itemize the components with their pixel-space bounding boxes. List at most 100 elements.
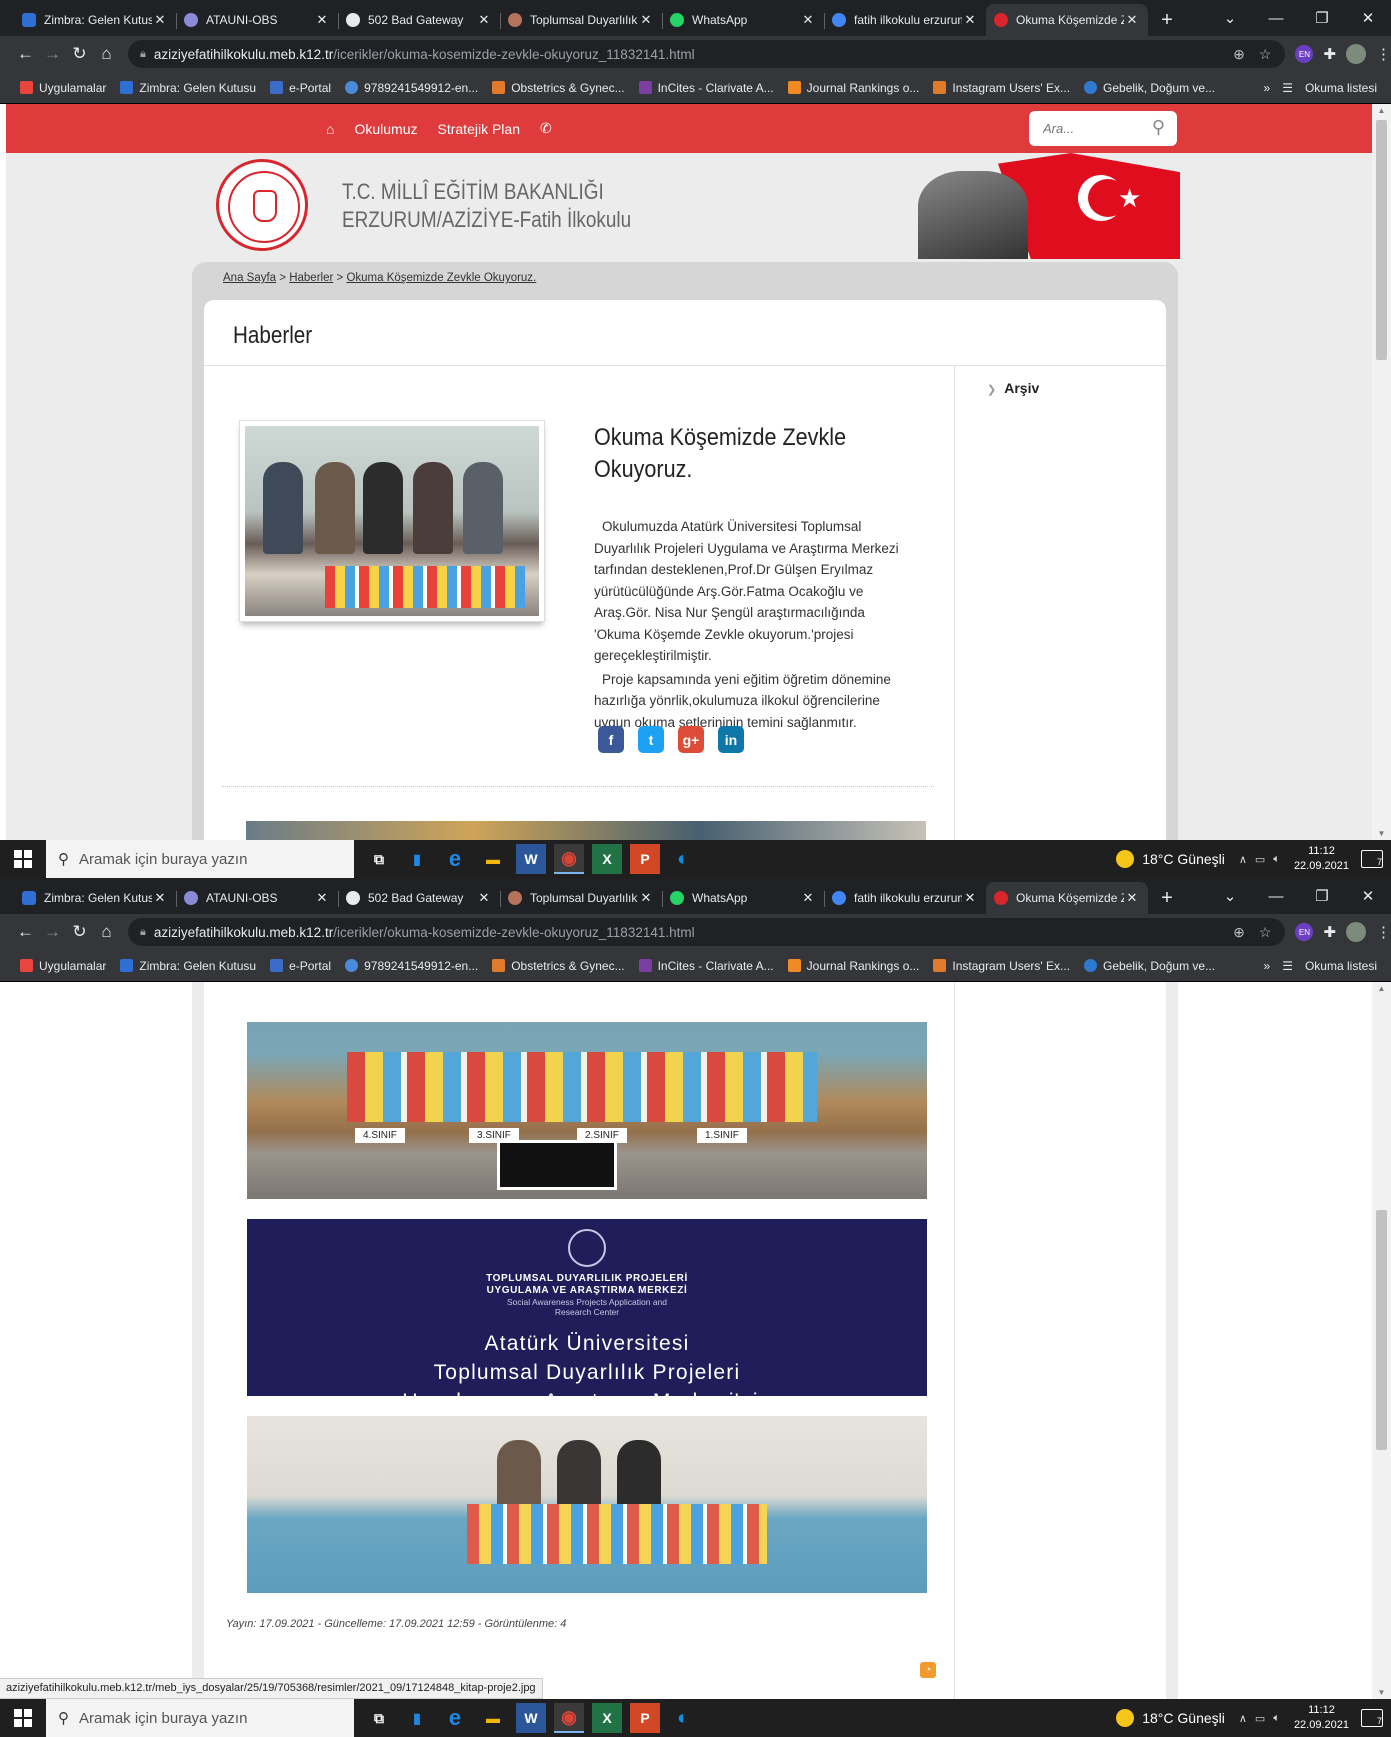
close-icon[interactable]: ✕ bbox=[314, 890, 330, 906]
chevron-up-icon[interactable]: ∧ bbox=[1239, 1712, 1247, 1725]
bookmark-item[interactable]: Journal Rankings o... bbox=[787, 81, 919, 95]
powerpoint-icon[interactable]: P bbox=[630, 1703, 660, 1733]
phone-icon[interactable]: ✆ bbox=[530, 120, 562, 137]
clock[interactable]: 11:12 22.09.2021 bbox=[1294, 1703, 1349, 1733]
gallery-image[interactable] bbox=[246, 821, 926, 840]
internet-explorer-icon[interactable]: e bbox=[440, 1703, 470, 1733]
twitter-icon[interactable]: t bbox=[638, 726, 664, 753]
gallery-image-books-table[interactable]: 4.SINIF 3.SINIF 2.SINIF 1.SINIF bbox=[247, 1022, 927, 1199]
address-bar[interactable]: 🔒︎ aziziyefatihilkokulu.meb.k12.tr/iceri… bbox=[128, 918, 1286, 946]
browser-tab[interactable]: 502 Bad Gateway ✕ bbox=[338, 882, 500, 914]
bookmark-item[interactable]: Journal Rankings o... bbox=[787, 959, 919, 973]
bookmark-item[interactable]: Obstetrics & Gynec... bbox=[492, 959, 625, 973]
taskbar-search[interactable]: ⚲ Aramak için buraya yazın bbox=[46, 840, 354, 878]
restore-icon[interactable]: ❐ bbox=[1299, 9, 1345, 27]
search-icon[interactable]: ⚲ bbox=[1152, 117, 1165, 138]
bookmark-star-icon[interactable]: ☆ bbox=[1259, 924, 1272, 941]
volume-icon[interactable]: 🔈︎ bbox=[1273, 853, 1280, 866]
gallery-image-banner[interactable]: TOPLUMSAL DUYARLILIK PROJELERİ UYGULAMA … bbox=[247, 1219, 927, 1396]
linkedin-icon[interactable]: in bbox=[718, 726, 744, 753]
clock[interactable]: 11:12 22.09.2021 bbox=[1294, 844, 1349, 874]
phone-app-icon[interactable]: ▮ bbox=[402, 844, 432, 874]
close-icon[interactable]: ✕ bbox=[962, 890, 978, 906]
bookmark-item[interactable]: InCites - Clarivate A... bbox=[638, 959, 774, 973]
close-icon[interactable]: ✕ bbox=[962, 12, 978, 28]
chrome-icon[interactable]: ◉ bbox=[554, 844, 584, 874]
tab-search-icon[interactable]: ⌄ bbox=[1207, 887, 1253, 905]
home-icon[interactable]: ⌂ bbox=[93, 44, 120, 64]
browser-tab[interactable]: WhatsApp ✕ bbox=[662, 882, 824, 914]
reload-icon[interactable]: ↻ bbox=[66, 922, 93, 942]
forward-icon[interactable]: → bbox=[39, 922, 66, 942]
notification-icon[interactable]: 7 bbox=[1361, 1709, 1383, 1727]
sidebar-item-arsiv[interactable]: ❯ Arşiv bbox=[987, 380, 1039, 396]
nav-stratejik-plan[interactable]: Stratejik Plan bbox=[428, 121, 530, 137]
edge-icon[interactable]: ◐ bbox=[668, 1703, 698, 1733]
minimize-icon[interactable]: — bbox=[1253, 10, 1299, 27]
avatar[interactable] bbox=[1346, 44, 1367, 64]
bookmark-item[interactable]: 9789241549912-en... bbox=[345, 959, 478, 973]
zoom-icon[interactable]: ⊕ bbox=[1233, 924, 1245, 941]
new-tab-button[interactable]: + bbox=[1152, 882, 1182, 914]
puzzle-icon[interactable]: ✚ bbox=[1323, 923, 1336, 941]
menu-icon[interactable]: ⋮ bbox=[1376, 923, 1391, 941]
close-icon[interactable]: ✕ bbox=[638, 12, 654, 28]
bookmark-item[interactable]: e-Portal bbox=[270, 81, 331, 95]
word-icon[interactable]: W bbox=[516, 1703, 546, 1733]
bookmark-item[interactable]: InCites - Clarivate A... bbox=[638, 81, 774, 95]
browser-tab[interactable]: Toplumsal Duyarlılık P ✕ bbox=[500, 882, 662, 914]
weather-text[interactable]: 18°C Güneşli bbox=[1142, 851, 1225, 867]
task-view-icon[interactable]: ⧉ bbox=[364, 844, 394, 874]
close-icon[interactable]: ✕ bbox=[1124, 12, 1140, 28]
bookmark-item[interactable]: Gebelik, Doğum ve... bbox=[1084, 81, 1215, 95]
bookmark-item[interactable]: Uygulamalar bbox=[20, 81, 106, 95]
notification-icon[interactable]: 7 bbox=[1361, 850, 1383, 868]
bookmark-item[interactable]: Gebelik, Doğum ve... bbox=[1084, 959, 1215, 973]
gallery-image-classroom[interactable] bbox=[247, 1416, 927, 1593]
breadcrumb-home[interactable]: Ana Sayfa bbox=[223, 272, 276, 284]
browser-tab[interactable]: ATAUNI-OBS ✕ bbox=[176, 4, 338, 36]
browser-tab-active[interactable]: Okuma Köşemizde Ze ✕ bbox=[986, 882, 1148, 914]
browser-tab[interactable]: Zimbra: Gelen Kutusu ✕ bbox=[14, 4, 176, 36]
bookmark-item[interactable]: Instagram Users' Ex... bbox=[933, 81, 1070, 95]
browser-tab[interactable]: fatih ilkokulu erzurum ✕ bbox=[824, 4, 986, 36]
language-extension-icon[interactable]: EN bbox=[1295, 45, 1314, 63]
start-button[interactable] bbox=[0, 1699, 46, 1737]
close-window-icon[interactable]: ✕ bbox=[1345, 887, 1391, 905]
close-icon[interactable]: ✕ bbox=[314, 12, 330, 28]
edge-icon[interactable]: ◐ bbox=[668, 844, 698, 874]
bookmark-item[interactable]: Obstetrics & Gynec... bbox=[492, 81, 625, 95]
close-window-icon[interactable]: ✕ bbox=[1345, 9, 1391, 27]
language-extension-icon[interactable]: EN bbox=[1295, 923, 1314, 941]
minimize-icon[interactable]: — bbox=[1253, 888, 1299, 905]
back-icon[interactable]: ← bbox=[12, 44, 39, 64]
word-icon[interactable]: W bbox=[516, 844, 546, 874]
browser-tab[interactable]: Zimbra: Gelen Kutusu ✕ bbox=[14, 882, 176, 914]
browser-tab[interactable]: ATAUNI-OBS ✕ bbox=[176, 882, 338, 914]
powerpoint-icon[interactable]: P bbox=[630, 844, 660, 874]
reading-list-icon[interactable]: ☰ bbox=[1282, 959, 1293, 973]
browser-tab[interactable]: fatih ilkokulu erzurum ✕ bbox=[824, 882, 986, 914]
home-icon[interactable]: ⌂ bbox=[93, 922, 120, 942]
forward-icon[interactable]: → bbox=[39, 44, 66, 64]
home-icon[interactable]: ⌂ bbox=[316, 121, 344, 137]
scrollbar[interactable]: ▲ ▼ bbox=[1372, 104, 1391, 840]
new-tab-button[interactable]: + bbox=[1152, 4, 1182, 36]
search-input[interactable] bbox=[1043, 121, 1143, 136]
reading-list-button[interactable]: Okuma listesi bbox=[1305, 81, 1377, 95]
browser-tab-active[interactable]: Okuma Köşemizde Ze ✕ bbox=[986, 4, 1148, 36]
more-bookmarks-button[interactable]: » bbox=[1264, 81, 1271, 95]
browser-tab[interactable]: WhatsApp ✕ bbox=[662, 4, 824, 36]
taskbar-search[interactable]: ⚲ Aramak için buraya yazın bbox=[46, 1699, 354, 1737]
close-icon[interactable]: ✕ bbox=[152, 890, 168, 906]
address-bar[interactable]: 🔒︎ aziziyefatihilkokulu.meb.k12.tr/iceri… bbox=[128, 40, 1286, 68]
google-plus-icon[interactable]: g+ bbox=[678, 726, 704, 753]
volume-icon[interactable]: 🔈︎ bbox=[1273, 1712, 1280, 1725]
scrollbar[interactable]: ▲ ▼ bbox=[1372, 982, 1391, 1699]
close-icon[interactable]: ✕ bbox=[638, 890, 654, 906]
breadcrumb-section[interactable]: Haberler bbox=[289, 272, 333, 284]
close-icon[interactable]: ✕ bbox=[476, 890, 492, 906]
puzzle-icon[interactable]: ✚ bbox=[1323, 45, 1336, 63]
excel-icon[interactable]: X bbox=[592, 1703, 622, 1733]
close-icon[interactable]: ✕ bbox=[476, 12, 492, 28]
